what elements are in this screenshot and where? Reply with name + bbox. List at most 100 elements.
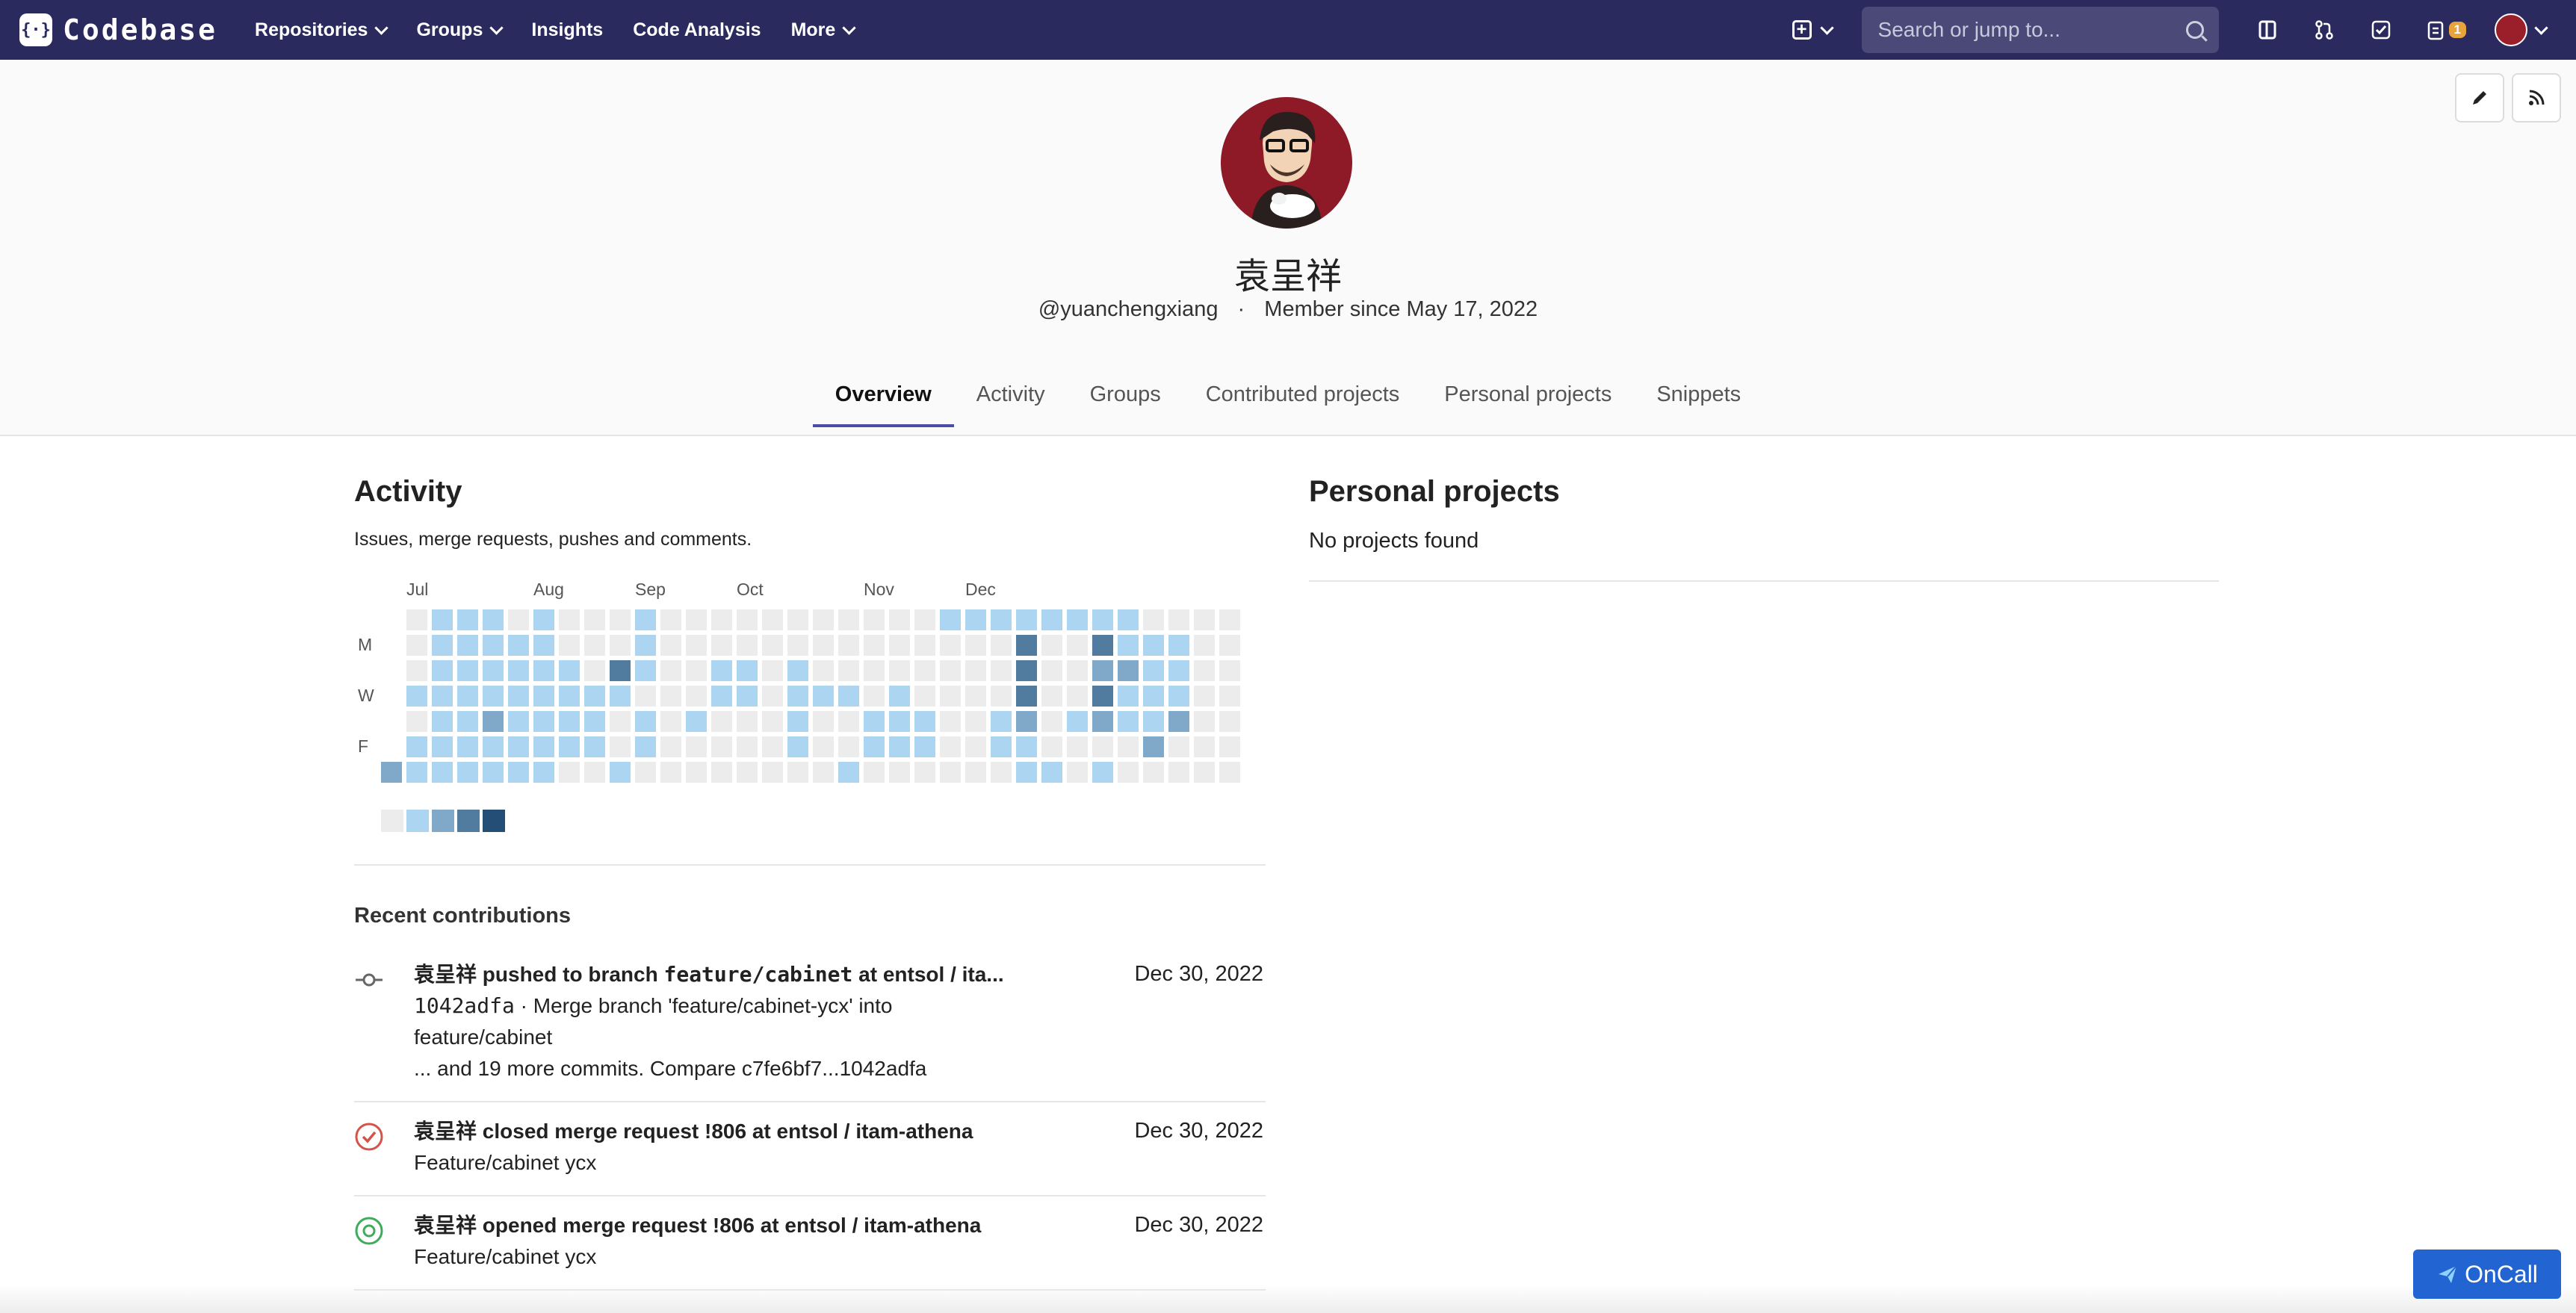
- calendar-day-cell[interactable]: [1067, 762, 1088, 783]
- calendar-day-cell[interactable]: [584, 711, 605, 732]
- calendar-day-cell[interactable]: [1092, 762, 1113, 783]
- calendar-day-cell[interactable]: [889, 660, 910, 681]
- calendar-day-cell[interactable]: [432, 736, 453, 757]
- calendar-day-cell[interactable]: [1016, 635, 1037, 656]
- calendar-day-cell[interactable]: [559, 762, 580, 783]
- calendar-day-cell[interactable]: [1067, 609, 1088, 630]
- calendar-day-cell[interactable]: [559, 711, 580, 732]
- calendar-day-cell[interactable]: [635, 711, 656, 732]
- calendar-day-cell[interactable]: [1118, 736, 1139, 757]
- calendar-day-cell[interactable]: [1143, 736, 1164, 757]
- calendar-day-cell[interactable]: [533, 736, 554, 757]
- calendar-day-cell[interactable]: [508, 736, 529, 757]
- calendar-day-cell[interactable]: [686, 635, 707, 656]
- event-target[interactable]: merge request !806 at entsol / itam-athe…: [563, 1214, 981, 1237]
- calendar-day-cell[interactable]: [508, 762, 529, 783]
- calendar-day-cell[interactable]: [737, 762, 758, 783]
- calendar-day-cell[interactable]: [1041, 609, 1062, 630]
- calendar-day-cell[interactable]: [838, 736, 859, 757]
- tab-overview[interactable]: Overview: [812, 373, 954, 427]
- calendar-day-cell[interactable]: [864, 736, 885, 757]
- calendar-day-cell[interactable]: [1016, 660, 1037, 681]
- calendar-day-cell[interactable]: [940, 609, 961, 630]
- event-actor[interactable]: 袁呈祥: [414, 1214, 477, 1237]
- calendar-day-cell[interactable]: [711, 762, 732, 783]
- calendar-day-cell[interactable]: [584, 635, 605, 656]
- calendar-day-cell[interactable]: [1194, 762, 1215, 783]
- calendar-day-cell[interactable]: [1067, 686, 1088, 707]
- calendar-day-cell[interactable]: [686, 736, 707, 757]
- calendar-day-cell[interactable]: [1092, 609, 1113, 630]
- calendar-day-cell[interactable]: [940, 762, 961, 783]
- calendar-day-cell[interactable]: [432, 660, 453, 681]
- calendar-day-cell[interactable]: [1016, 609, 1037, 630]
- calendar-day-cell[interactable]: [1143, 686, 1164, 707]
- calendar-day-cell[interactable]: [457, 711, 478, 732]
- calendar-day-cell[interactable]: [584, 762, 605, 783]
- calendar-day-cell[interactable]: [1168, 686, 1189, 707]
- calendar-day-cell[interactable]: [559, 736, 580, 757]
- event-target[interactable]: entsol / ita...: [883, 963, 1004, 986]
- calendar-day-cell[interactable]: [1092, 635, 1113, 656]
- calendar-day-cell[interactable]: [914, 711, 935, 732]
- calendar-day-cell[interactable]: [533, 635, 554, 656]
- calendar-day-cell[interactable]: [965, 762, 986, 783]
- tab-personal-projects[interactable]: Personal projects: [1444, 373, 1611, 426]
- calendar-day-cell[interactable]: [1219, 660, 1240, 681]
- calendar-day-cell[interactable]: [1092, 660, 1113, 681]
- event-detail[interactable]: Feature/cabinet ycx: [414, 1147, 973, 1179]
- calendar-day-cell[interactable]: [889, 609, 910, 630]
- calendar-day-cell[interactable]: [1194, 686, 1215, 707]
- calendar-day-cell[interactable]: [406, 736, 427, 757]
- calendar-day-cell[interactable]: [432, 609, 453, 630]
- calendar-day-cell[interactable]: [1092, 711, 1113, 732]
- calendar-day-cell[interactable]: [1168, 635, 1189, 656]
- calendar-day-cell[interactable]: [686, 762, 707, 783]
- calendar-day-cell[interactable]: [610, 762, 631, 783]
- calendar-day-cell[interactable]: [991, 609, 1012, 630]
- calendar-day-cell[interactable]: [1168, 711, 1189, 732]
- calendar-day-cell[interactable]: [635, 762, 656, 783]
- calendar-day-cell[interactable]: [838, 635, 859, 656]
- calendar-day-cell[interactable]: [508, 609, 529, 630]
- calendar-day-cell[interactable]: [991, 762, 1012, 783]
- calendar-day-cell[interactable]: [533, 686, 554, 707]
- calendar-day-cell[interactable]: [635, 609, 656, 630]
- calendar-day-cell[interactable]: [787, 711, 808, 732]
- calendar-day-cell[interactable]: [762, 609, 783, 630]
- calendar-day-cell[interactable]: [1041, 711, 1062, 732]
- calendar-day-cell[interactable]: [406, 660, 427, 681]
- calendar-day-cell[interactable]: [559, 660, 580, 681]
- calendar-day-cell[interactable]: [1067, 660, 1088, 681]
- calendar-day-cell[interactable]: [940, 736, 961, 757]
- calendar-day-cell[interactable]: [1041, 736, 1062, 757]
- calendar-day-cell[interactable]: [1143, 635, 1164, 656]
- tab-activity[interactable]: Activity: [976, 373, 1045, 426]
- calendar-day-cell[interactable]: [813, 736, 834, 757]
- calendar-day-cell[interactable]: [1194, 711, 1215, 732]
- nav-groups[interactable]: Groups: [416, 19, 504, 41]
- calendar-day-cell[interactable]: [508, 686, 529, 707]
- calendar-day-cell[interactable]: [838, 711, 859, 732]
- calendar-day-cell[interactable]: [508, 635, 529, 656]
- calendar-day-cell[interactable]: [737, 736, 758, 757]
- calendar-day-cell[interactable]: [1168, 762, 1189, 783]
- calendar-day-cell[interactable]: [940, 660, 961, 681]
- calendar-day-cell[interactable]: [1016, 686, 1037, 707]
- calendar-day-cell[interactable]: [1092, 736, 1113, 757]
- calendar-day-cell[interactable]: [711, 635, 732, 656]
- calendar-day-cell[interactable]: [991, 736, 1012, 757]
- calendar-day-cell[interactable]: [457, 762, 478, 783]
- calendar-day-cell[interactable]: [660, 736, 681, 757]
- calendar-day-cell[interactable]: [1067, 711, 1088, 732]
- calendar-day-cell[interactable]: [737, 686, 758, 707]
- todos-check-button[interactable]: [2370, 19, 2392, 41]
- calendar-day-cell[interactable]: [660, 711, 681, 732]
- event-target[interactable]: merge request !806 at entsol / itam-athe…: [554, 1120, 973, 1143]
- calendar-day-cell[interactable]: [610, 736, 631, 757]
- calendar-day-cell[interactable]: [610, 635, 631, 656]
- calendar-day-cell[interactable]: [1168, 736, 1189, 757]
- calendar-day-cell[interactable]: [457, 686, 478, 707]
- calendar-day-cell[interactable]: [889, 736, 910, 757]
- calendar-day-cell[interactable]: [559, 609, 580, 630]
